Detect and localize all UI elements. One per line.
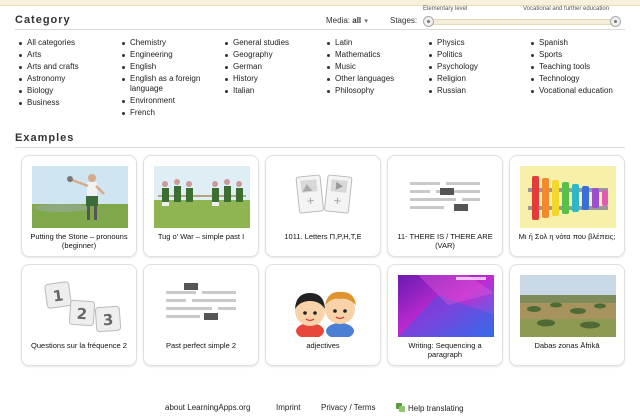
- category-column-2: Chemistry Engineering English English as…: [120, 37, 220, 119]
- stages-slider-track[interactable]: [425, 19, 619, 25]
- category-column-6: Spanish Sports Teaching tools Technology…: [529, 37, 634, 97]
- privacy-link[interactable]: Privacy / Terms: [321, 403, 376, 412]
- example-label: Tug o' War – simple past I: [157, 232, 245, 241]
- media-label: Media:: [326, 16, 351, 25]
- example-card[interactable]: 11- THERE IS / THERE ARE (VAR): [387, 155, 503, 257]
- example-label: Putting the Stone – pronouns (beginner): [30, 232, 128, 250]
- example-card[interactable]: 1 2 3 Questions sur la fréquence 2: [21, 264, 137, 366]
- category-link[interactable]: All categories: [17, 37, 117, 49]
- example-card[interactable]: + + 1011. Letters Π,Ρ,Η,Τ,Ε: [265, 155, 381, 257]
- example-label: adjectives: [306, 341, 340, 350]
- category-link[interactable]: Religion: [427, 73, 527, 85]
- category-divider: [15, 29, 625, 30]
- category-link[interactable]: English: [120, 61, 220, 73]
- example-label: Dabas zonas Āfrikā: [534, 341, 600, 350]
- stages-slider-max-handle[interactable]: [610, 16, 621, 27]
- svg-text:+: +: [333, 196, 342, 208]
- category-link[interactable]: Latin: [325, 37, 425, 49]
- category-link[interactable]: French: [120, 107, 220, 119]
- category-link[interactable]: Arts: [17, 49, 117, 61]
- category-link[interactable]: Music: [325, 61, 425, 73]
- category-link[interactable]: Engineering: [120, 49, 220, 61]
- category-link[interactable]: Chemistry: [120, 37, 220, 49]
- example-card[interactable]: Past perfect simple 2: [143, 264, 259, 366]
- category-link[interactable]: Other languages: [325, 73, 425, 85]
- category-link[interactable]: Psychology: [427, 61, 527, 73]
- example-card[interactable]: Putting the Stone – pronouns (beginner): [21, 155, 137, 257]
- category-link[interactable]: Spanish: [529, 37, 634, 49]
- example-label: 11- THERE IS / THERE ARE (VAR): [397, 232, 493, 250]
- example-label: Writing: Sequencing a paragraph: [408, 341, 482, 359]
- category-link[interactable]: Philosophy: [325, 85, 425, 97]
- category-link[interactable]: English as a foreign language: [120, 73, 220, 95]
- about-link[interactable]: about LearningApps.org: [165, 403, 250, 412]
- category-link[interactable]: Teaching tools: [529, 61, 634, 73]
- category-link[interactable]: German: [223, 61, 323, 73]
- category-link[interactable]: Politics: [427, 49, 527, 61]
- imprint-link[interactable]: Imprint: [276, 403, 300, 412]
- help-translating-label: Help translating: [408, 404, 464, 413]
- category-column-1: All categories Arts Arts and crafts Astr…: [17, 37, 117, 109]
- tug-of-war-image: [154, 166, 250, 228]
- svg-text:+: +: [306, 196, 315, 208]
- category-link[interactable]: Geography: [223, 49, 323, 61]
- category-link[interactable]: Russian: [427, 85, 527, 97]
- numbered-tiles-icon: 1 2 3: [32, 275, 128, 337]
- category-link[interactable]: Environment: [120, 95, 220, 107]
- image-video-cards-icon: + +: [276, 166, 372, 228]
- text-gaps-icon: [398, 166, 494, 228]
- example-label: Questions sur la fréquence 2: [31, 341, 127, 350]
- stage-right-label: Vocational and further education: [523, 6, 610, 12]
- category-link[interactable]: Physics: [427, 37, 527, 49]
- category-link[interactable]: History: [223, 73, 323, 85]
- media-filter-dropdown[interactable]: Media: all ▾: [326, 16, 368, 25]
- xylophone-image: [520, 166, 616, 228]
- category-link[interactable]: Sports: [529, 49, 634, 61]
- category-link[interactable]: Mathematics: [325, 49, 425, 61]
- media-value: all: [352, 16, 362, 25]
- children-cartoon-image: [276, 275, 372, 337]
- category-link[interactable]: Business: [17, 97, 117, 109]
- help-translating-link[interactable]: Help translating: [396, 403, 464, 413]
- category-link[interactable]: Italian: [223, 85, 323, 97]
- example-card[interactable]: Μι ή Σολ η νότα που βλέπεις;: [509, 155, 625, 257]
- translate-icon: [396, 403, 405, 412]
- example-label: Μι ή Σολ η νότα που βλέπεις;: [518, 232, 616, 241]
- category-column-3: General studies Geography German History…: [223, 37, 323, 97]
- example-label: Past perfect simple 2: [165, 341, 237, 350]
- svg-text:2: 2: [76, 305, 88, 324]
- svg-text:3: 3: [102, 311, 114, 330]
- example-card[interactable]: Writing: Sequencing a paragraph: [387, 264, 503, 366]
- chevron-down-icon: ▾: [364, 18, 368, 25]
- category-link[interactable]: Technology: [529, 73, 634, 85]
- stone-thrower-image: [32, 166, 128, 228]
- category-heading: Category: [15, 14, 71, 26]
- examples-heading: Examples: [15, 132, 75, 144]
- category-column-5: Physics Politics Psychology Religion Rus…: [427, 37, 527, 97]
- example-label: 1011. Letters Π,Ρ,Η,Τ,Ε: [284, 232, 362, 241]
- category-link[interactable]: General studies: [223, 37, 323, 49]
- stage-left-label: Elementary level: [423, 6, 468, 12]
- purple-blue-abstract-image: [398, 275, 494, 337]
- category-link[interactable]: Arts and crafts: [17, 61, 117, 73]
- stages-label: Stages:: [390, 16, 418, 25]
- text-gaps-icon: [154, 275, 250, 337]
- savanna-landscape-image: [520, 275, 616, 337]
- category-link[interactable]: Biology: [17, 85, 117, 97]
- example-card[interactable]: Tug o' War – simple past I: [143, 155, 259, 257]
- example-card[interactable]: Dabas zonas Āfrikā: [509, 264, 625, 366]
- category-column-4: Latin Mathematics Music Other languages …: [325, 37, 425, 97]
- examples-divider: [15, 147, 625, 148]
- category-link[interactable]: Astronomy: [17, 73, 117, 85]
- category-link[interactable]: Vocational education: [529, 85, 634, 97]
- example-card[interactable]: adjectives: [265, 264, 381, 366]
- stages-slider-min-handle[interactable]: [423, 16, 434, 27]
